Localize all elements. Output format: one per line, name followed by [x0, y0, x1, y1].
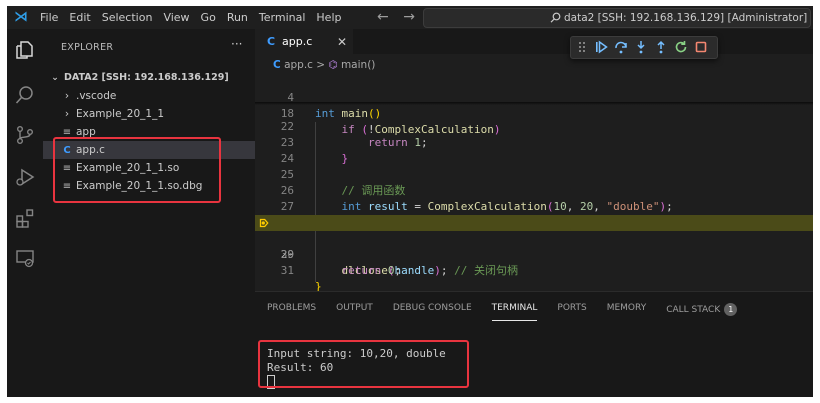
close-icon[interactable]: ✕ — [337, 30, 347, 54]
menu-selection[interactable]: Selection — [102, 11, 153, 24]
vscode-logo-icon: ⋊ — [14, 9, 28, 25]
remote-explorer-icon[interactable] — [14, 247, 36, 269]
menu-terminal[interactable]: Terminal — [259, 11, 306, 24]
bottom-panel: PROBLEMS OUTPUT DEBUG CONSOLE TERMINAL P… — [255, 291, 813, 397]
menu-go[interactable]: Go — [201, 11, 216, 24]
tree-item-vscode[interactable]: › .vscode — [43, 87, 255, 105]
line-text: return 0; — [341, 264, 402, 277]
call-stack-badge: 1 — [724, 303, 738, 316]
tab-ports[interactable]: PORTS — [557, 303, 586, 316]
breadcrumb-file[interactable]: app.c — [284, 59, 313, 71]
tab-debug-console[interactable]: DEBUG CONSOLE — [393, 303, 472, 316]
code-line: 27 printf("Result: %d\n", result); — [255, 183, 813, 229]
panel-tabs: PROBLEMS OUTPUT DEBUG CONSOLE TERMINAL P… — [267, 303, 757, 321]
code-line: 31 } — [255, 247, 813, 293]
code-line: 22 return 1; — [255, 103, 813, 149]
tab-output[interactable]: OUTPUT — [336, 303, 373, 316]
explorer-icon[interactable] — [14, 39, 36, 61]
explorer-sidebar: EXPLORER ··· ⌄ DATA2 [SSH: 192.168.136.12… — [43, 29, 255, 397]
tab-memory[interactable]: MEMORY — [607, 303, 646, 316]
chevron-right-icon: › — [64, 108, 70, 120]
code-line: 26 int result = ComplexCalculation(10, 2… — [255, 167, 813, 213]
c-file-icon: C — [267, 35, 276, 48]
current-execution-line: 29 dlclose(handle); // 关闭句柄 — [255, 215, 813, 277]
menu-bar: File Edit Selection View Go Run Terminal… — [40, 11, 352, 24]
search-icon[interactable] — [14, 84, 36, 106]
drag-handle-icon[interactable] — [574, 39, 590, 55]
restart-icon[interactable] — [673, 39, 689, 55]
menu-help[interactable]: Help — [316, 11, 341, 24]
source-control-icon[interactable] — [14, 124, 36, 146]
code-line: 4 int main() — [255, 74, 813, 120]
vscode-window: ⋊ File Edit Selection View Go Run Termin… — [7, 6, 813, 397]
workspace-root-label: DATA2 [SSH: 192.168.136.129] — [64, 72, 229, 83]
more-actions-icon[interactable]: ··· — [231, 37, 242, 51]
breadcrumb: C app.c > ⌬ main() — [273, 59, 375, 71]
step-into-icon[interactable] — [633, 39, 649, 55]
tree-item-example-folder[interactable]: › Example_20_1_1 — [43, 105, 255, 123]
extensions-icon[interactable] — [14, 207, 36, 229]
menu-run[interactable]: Run — [227, 11, 248, 24]
menu-file[interactable]: File — [40, 11, 58, 24]
tab-problems[interactable]: PROBLEMS — [267, 303, 316, 316]
highlight-box-files — [53, 137, 221, 203]
continue-icon[interactable] — [593, 39, 609, 55]
tab-call-stack-label: CALL STACK — [666, 305, 721, 315]
explorer-title: EXPLORER — [61, 42, 114, 53]
search-text: data2 [SSH: 192.168.136.129] [Administra… — [564, 12, 808, 24]
code-editor[interactable]: 4 int main() 18 if (!ComplexCalculation)… — [255, 74, 813, 293]
menu-view[interactable]: View — [163, 11, 189, 24]
forward-arrow-icon[interactable]: → — [403, 9, 415, 25]
sticky-scroll-shadow — [255, 102, 813, 105]
code-line: 30 return 0; — [255, 231, 813, 277]
editor-area: C app.c ✕ C app.c > ⌬ main() 4 int main(… — [255, 29, 813, 293]
tab-terminal[interactable]: TERMINAL — [491, 303, 537, 321]
breakpoint-stopped-icon[interactable] — [259, 218, 269, 228]
activity-bar — [7, 29, 43, 397]
debug-toolbar — [570, 36, 718, 59]
command-center-search[interactable]: data2 [SSH: 192.168.136.129] [Administra… — [423, 8, 811, 28]
c-file-icon: C — [273, 59, 281, 71]
tab-app-c[interactable]: C app.c ✕ — [255, 29, 353, 55]
run-debug-icon[interactable] — [14, 166, 36, 188]
step-out-icon[interactable] — [653, 39, 669, 55]
editor-tabs: C app.c ✕ — [255, 29, 813, 55]
workspace-root[interactable]: ⌄ DATA2 [SSH: 192.168.136.129] — [43, 69, 255, 87]
chevron-down-icon: ⌄ — [51, 73, 59, 83]
tree-item-label: .vscode — [76, 90, 117, 102]
stop-icon[interactable] — [693, 39, 709, 55]
tab-label: app.c — [282, 35, 313, 48]
chevron-right-icon: › — [64, 90, 70, 102]
step-over-icon[interactable] — [613, 39, 629, 55]
highlight-box-terminal — [258, 340, 469, 388]
tab-call-stack[interactable]: CALL STACK 1 — [666, 303, 738, 316]
code-line: 23 } — [255, 119, 813, 165]
code-line: 25 // 调用函数 — [255, 151, 813, 197]
menu-edit[interactable]: Edit — [69, 11, 90, 24]
title-bar: ⋊ File Edit Selection View Go Run Termin… — [7, 6, 813, 29]
search-icon — [550, 12, 561, 23]
breadcrumb-separator: > — [316, 59, 326, 71]
code-line: 28 — [255, 199, 813, 229]
line-number: 31 — [280, 264, 294, 277]
method-cube-icon: ⌬ — [328, 59, 338, 71]
tree-item-label: Example_20_1_1 — [76, 108, 165, 120]
back-arrow-icon[interactable]: ← — [377, 9, 389, 25]
breadcrumb-symbol[interactable]: main() — [341, 59, 375, 71]
code-line: 24 — [255, 135, 813, 165]
nav-arrows: ← → — [377, 9, 425, 25]
